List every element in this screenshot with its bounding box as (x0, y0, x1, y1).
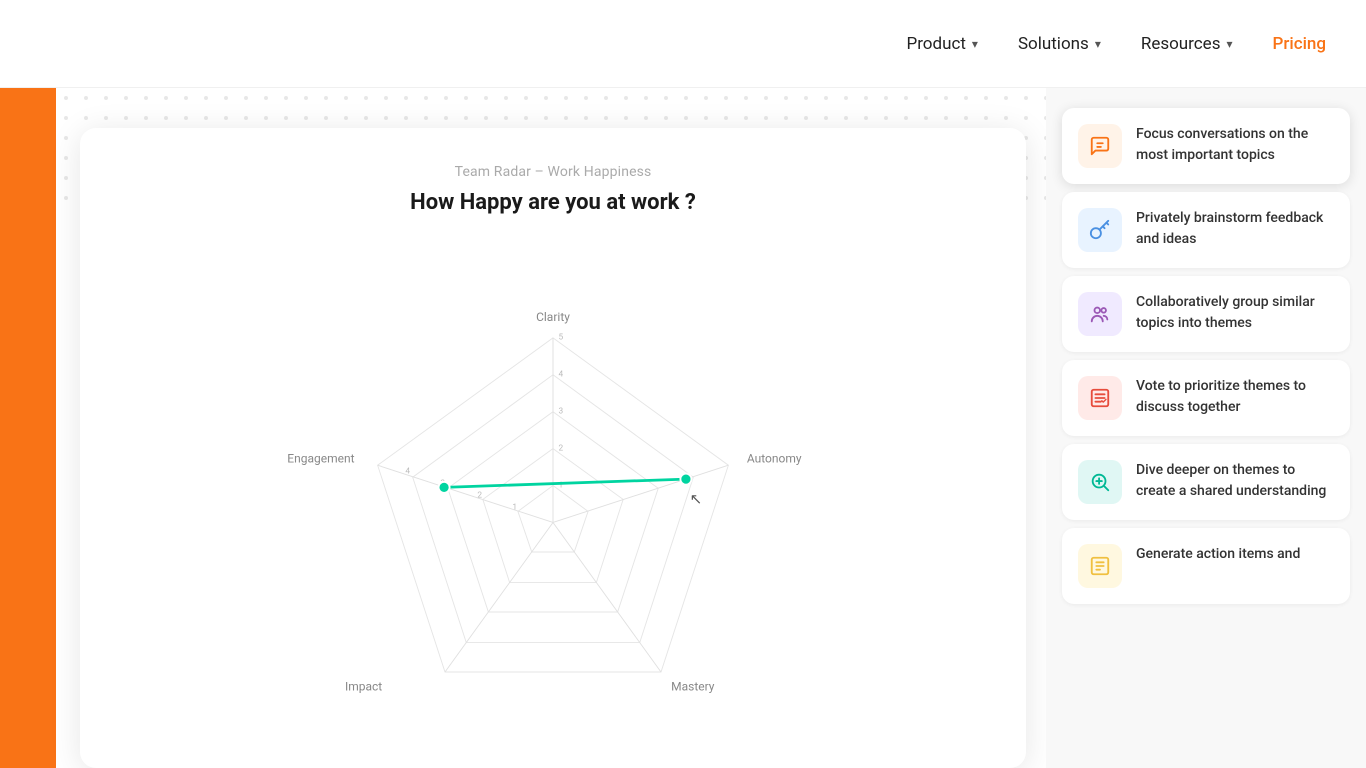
main-content: Team Radar – Work Happiness How Happy ar… (0, 88, 1366, 768)
feature-group-text: Collaboratively group similar topics int… (1136, 292, 1334, 334)
orange-accent-bar (0, 88, 56, 768)
svg-text:5: 5 (559, 332, 564, 342)
search-icon (1078, 460, 1122, 504)
chevron-down-icon: ▾ (1095, 37, 1101, 51)
feature-item-focus[interactable]: Focus conversations on the most importan… (1062, 108, 1350, 184)
feature-item-brainstorm[interactable]: Privately brainstorm feedback and ideas (1062, 192, 1350, 268)
svg-text:↖: ↖ (690, 490, 702, 508)
feature-item-vote[interactable]: Vote to prioritize themes to discuss tog… (1062, 360, 1350, 436)
nav-pricing[interactable]: Pricing (1273, 34, 1327, 54)
feature-item-dive[interactable]: Dive deeper on themes to create a shared… (1062, 444, 1350, 520)
svg-text:2: 2 (477, 490, 482, 500)
feature-vote-text: Vote to prioritize themes to discuss tog… (1136, 376, 1334, 418)
right-panel: Focus conversations on the most importan… (1046, 88, 1366, 768)
nav-solutions-label: Solutions (1018, 34, 1089, 54)
radar-chart: 1 2 3 4 5 Clarity Autonomy Mastery Impac… (120, 239, 986, 768)
checklist-icon (1078, 376, 1122, 420)
feature-actions-text: Generate action items and (1136, 544, 1300, 565)
svg-text:Engagement: Engagement (287, 451, 354, 465)
radar-title: How Happy are you at work ? (410, 190, 696, 215)
group-icon (1078, 292, 1122, 336)
svg-text:1: 1 (512, 502, 517, 512)
nav-resources-label: Resources (1141, 34, 1221, 54)
nav-resources[interactable]: Resources ▾ (1141, 34, 1233, 54)
svg-text:4: 4 (405, 466, 410, 476)
feature-focus-text: Focus conversations on the most importan… (1136, 124, 1334, 166)
svg-text:1: 1 (559, 480, 564, 490)
svg-text:4: 4 (559, 369, 564, 379)
action-items-icon (1078, 544, 1122, 588)
nav-product-label: Product (906, 34, 965, 54)
svg-text:3: 3 (559, 406, 564, 416)
chevron-down-icon: ▾ (1226, 37, 1232, 51)
navigation: Product ▾ Solutions ▾ Resources ▾ Pricin… (0, 0, 1366, 88)
svg-text:Clarity: Clarity (536, 310, 570, 324)
radar-subtitle: Team Radar – Work Happiness (455, 164, 652, 180)
svg-text:Mastery: Mastery (671, 679, 715, 693)
feature-item-group[interactable]: Collaboratively group similar topics int… (1062, 276, 1350, 352)
nav-solutions[interactable]: Solutions ▾ (1018, 34, 1101, 54)
chevron-down-icon: ▾ (972, 37, 978, 51)
svg-text:2: 2 (559, 443, 564, 453)
feature-item-actions[interactable]: Generate action items and (1062, 528, 1350, 604)
radar-card: Team Radar – Work Happiness How Happy ar… (80, 128, 1026, 768)
svg-text:Autonomy: Autonomy (747, 451, 802, 465)
nav-pricing-label: Pricing (1273, 34, 1327, 54)
chat-icon (1078, 124, 1122, 168)
nav-product[interactable]: Product ▾ (906, 34, 977, 54)
svg-text:Impact: Impact (345, 679, 382, 693)
left-panel: Team Radar – Work Happiness How Happy ar… (0, 88, 1046, 768)
feature-dive-text: Dive deeper on themes to create a shared… (1136, 460, 1334, 502)
feature-brainstorm-text: Privately brainstorm feedback and ideas (1136, 208, 1334, 250)
key-icon (1078, 208, 1122, 252)
